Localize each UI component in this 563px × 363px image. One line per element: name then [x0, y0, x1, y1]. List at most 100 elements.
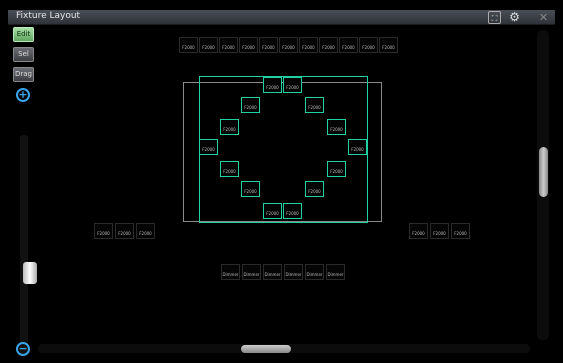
fixture[interactable]: · Dimmer [305, 264, 324, 280]
fixture[interactable]: · F2000 [430, 223, 449, 239]
fixture-label: F2000 [244, 189, 257, 194]
fixture-id: · [97, 224, 98, 228]
fixture[interactable]: · F2000 [319, 37, 338, 53]
fixture[interactable]: · Dimmer [284, 264, 303, 280]
fixture[interactable]: · F2000 [283, 77, 302, 93]
fixture-label: F2000 [139, 231, 152, 236]
drag-button[interactable]: Drag [13, 67, 34, 82]
fixture-label: F2000 [97, 231, 110, 236]
fixture[interactable]: · F2000 [359, 37, 378, 53]
close-icon[interactable]: ✕ [537, 11, 550, 24]
fixture-id: · [362, 38, 363, 42]
fixture-id: · [286, 78, 287, 82]
fixture-label: Dimmer [243, 272, 260, 277]
fixture-id: · [382, 38, 383, 42]
fixture-id: · [223, 120, 224, 124]
fixture[interactable]: · F2000 [241, 181, 260, 197]
fixture-label: F2000 [282, 45, 295, 50]
fixture-id: · [202, 140, 203, 144]
fixture-label: F2000 [223, 169, 236, 174]
vertical-scroll-thumb[interactable] [539, 147, 548, 197]
fixture-id: · [242, 38, 243, 42]
vertical-scrollbar[interactable] [537, 30, 549, 340]
fixture[interactable]: · F2000 [263, 203, 282, 219]
fixture-label: F2000 [330, 169, 343, 174]
fit-view-icon[interactable]: ⛶ [488, 11, 501, 24]
fixture-id: · [282, 38, 283, 42]
zoom-slider-track[interactable] [20, 135, 37, 355]
fixture-label: F2000 [244, 105, 257, 110]
zoom-in-icon[interactable]: + [16, 88, 30, 102]
gear-icon[interactable]: ⚙ [508, 11, 521, 24]
horizontal-scroll-thumb[interactable] [241, 345, 291, 353]
fixture-label: Dimmer [285, 272, 302, 277]
fixture-label: F2000 [202, 45, 215, 50]
fixture-label: Dimmer [327, 272, 344, 277]
fixture[interactable]: · F2000 [299, 37, 318, 53]
fixture-id: · [308, 182, 309, 186]
fixture[interactable]: · Dimmer [326, 264, 345, 280]
fixture-label: F2000 [286, 85, 299, 90]
fixture-id: · [322, 38, 323, 42]
fixture-label: F2000 [266, 211, 279, 216]
fixture[interactable]: · F2000 [283, 203, 302, 219]
fixture-id: · [433, 224, 434, 228]
fixture[interactable]: · F2000 [179, 37, 198, 53]
fixture-id: · [342, 38, 343, 42]
fixture-id: · [266, 265, 267, 269]
fixture-id: · [244, 98, 245, 102]
fixture-label: F2000 [222, 45, 235, 50]
fixture[interactable]: · F2000 [348, 139, 367, 155]
fixture[interactable]: · F2000 [327, 119, 346, 135]
fixture[interactable]: · F2000 [451, 223, 470, 239]
zoom-slider-thumb[interactable] [23, 262, 37, 284]
fixture-label: F2000 [433, 231, 446, 236]
fixture-id: · [262, 38, 263, 42]
fixture[interactable]: · Dimmer [221, 264, 240, 280]
fixture-id: · [245, 265, 246, 269]
fixture[interactable]: · F2000 [379, 37, 398, 53]
fixture[interactable]: · F2000 [199, 37, 218, 53]
fixture[interactable]: · F2000 [263, 77, 282, 93]
fixture[interactable]: · Dimmer [242, 264, 261, 280]
fixture-label: F2000 [342, 45, 355, 50]
fixture[interactable]: · F2000 [220, 119, 239, 135]
fixture[interactable]: · F2000 [115, 223, 134, 239]
fixture-label: F2000 [351, 147, 364, 152]
zoom-out-icon[interactable]: − [16, 342, 30, 356]
horizontal-scrollbar[interactable] [38, 344, 530, 353]
fixture[interactable]: · F2000 [305, 181, 324, 197]
fixture[interactable]: · F2000 [94, 223, 113, 239]
fixture[interactable]: · F2000 [220, 161, 239, 177]
fixture[interactable]: · F2000 [199, 139, 218, 155]
fixture[interactable]: · F2000 [327, 161, 346, 177]
fixture-id: · [202, 38, 203, 42]
fixture-id: · [412, 224, 413, 228]
fixture[interactable]: · F2000 [259, 37, 278, 53]
fixture-label: F2000 [118, 231, 131, 236]
select-button[interactable]: Sel [13, 47, 34, 62]
fixture-id: · [330, 162, 331, 166]
fixture-label: F2000 [266, 85, 279, 90]
fixture-label: F2000 [223, 127, 236, 132]
fixture[interactable]: · F2000 [239, 37, 258, 53]
fixture-id: · [224, 265, 225, 269]
fixture[interactable]: · F2000 [279, 37, 298, 53]
edit-button[interactable]: Edit [13, 27, 34, 42]
fixture-label: F2000 [308, 189, 321, 194]
fixture-label: F2000 [362, 45, 375, 50]
fixture-id: · [287, 265, 288, 269]
fixture-id: · [308, 98, 309, 102]
fixture-label: F2000 [182, 45, 195, 50]
fixture[interactable]: · F2000 [305, 97, 324, 113]
fixture-id: · [222, 38, 223, 42]
fixture[interactable]: · Dimmer [263, 264, 282, 280]
tool-panel: Edit Sel Drag + − [10, 25, 37, 360]
fixture-id: · [308, 265, 309, 269]
selected-group-outline [199, 76, 368, 223]
fixture[interactable]: · F2000 [136, 223, 155, 239]
fixture[interactable]: · F2000 [409, 223, 428, 239]
fixture[interactable]: · F2000 [339, 37, 358, 53]
fixture[interactable]: · F2000 [219, 37, 238, 53]
fixture[interactable]: · F2000 [241, 97, 260, 113]
